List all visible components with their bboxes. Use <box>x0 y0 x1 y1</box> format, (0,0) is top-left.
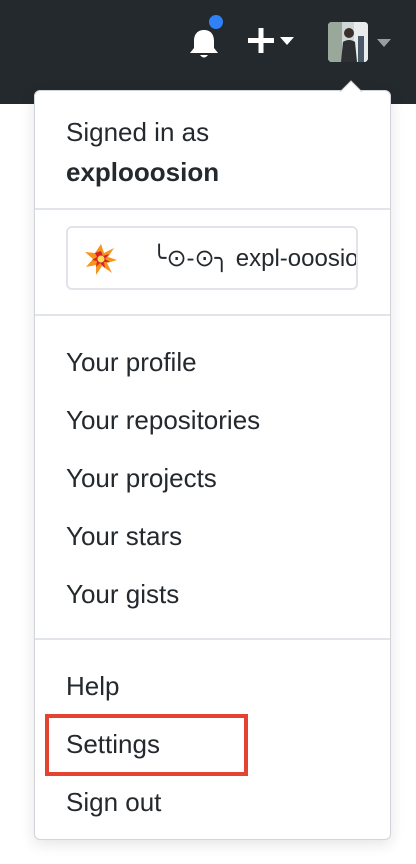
notification-dot <box>206 12 226 32</box>
menu-item-your-profile[interactable]: Your profile <box>66 342 366 382</box>
divider <box>35 208 390 210</box>
menu-item-your-stars[interactable]: Your stars <box>66 516 366 556</box>
menu-item-your-gists[interactable]: Your gists <box>66 574 366 614</box>
avatar[interactable] <box>328 22 368 62</box>
settings-highlight-box <box>45 714 248 776</box>
divider <box>35 314 390 316</box>
menu-item-your-repositories[interactable]: Your repositories <box>66 400 366 440</box>
avatar-image <box>328 22 368 62</box>
plus-icon[interactable] <box>248 26 298 58</box>
menu-item-sign-out[interactable]: Sign out <box>66 782 366 822</box>
user-status-button[interactable]: ╰⊙-⊙╮ expl-ooosion <box>66 226 358 290</box>
caret-down-icon[interactable] <box>376 38 392 48</box>
dropdown-pointer <box>338 80 364 94</box>
menu-item-your-projects[interactable]: Your projects <box>66 458 366 498</box>
signed-in-header: Signed in as explooosion <box>66 112 366 192</box>
username: explooosion <box>66 157 220 187</box>
collision-icon <box>85 244 117 275</box>
status-message: ╰⊙-⊙╮ expl-ooosion <box>152 245 358 272</box>
menu-item-help[interactable]: Help <box>66 666 366 706</box>
divider <box>35 638 390 640</box>
signed-in-label: Signed in as <box>66 117 210 147</box>
